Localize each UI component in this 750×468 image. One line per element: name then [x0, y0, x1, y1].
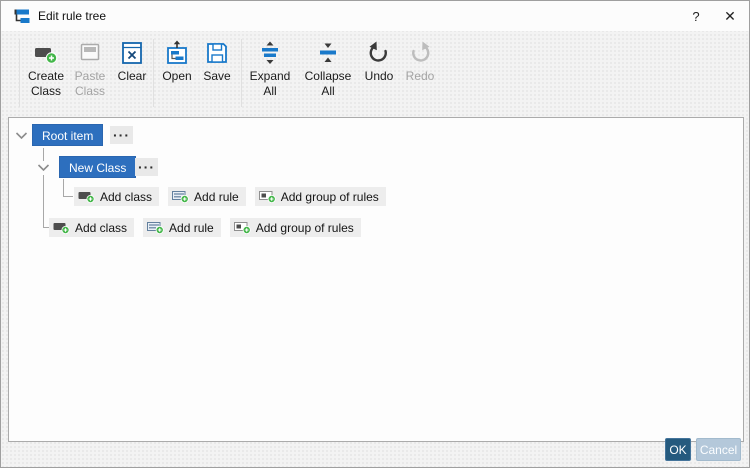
toolbar-label: Paste Class [74, 69, 106, 98]
tree-node-new-class[interactable]: New Class [59, 156, 137, 178]
title-bar: Edit rule tree ? ✕ [1, 1, 749, 31]
tree-node-root-item[interactable]: Root item [32, 124, 104, 146]
create-class-icon [33, 40, 59, 66]
dialog-title: Edit rule tree [38, 9, 107, 23]
redo-button: Redo [401, 40, 439, 84]
collapse-all-button[interactable]: Collapse All [302, 40, 354, 99]
add-group-of-rules-button[interactable]: Add group of rules [229, 218, 361, 237]
create-class-button[interactable]: Create Class [24, 40, 68, 99]
root-item-action-row: Add class Add rule Add group of rules [49, 218, 361, 237]
add-button-label: Add class [100, 189, 153, 204]
add-class-button[interactable]: Add class [49, 218, 135, 237]
add-group-of-rules-icon [233, 222, 251, 234]
toolbar-label: Undo [364, 69, 394, 83]
clear-icon [119, 40, 145, 66]
toolbar-label: Open [162, 69, 192, 83]
dialog-footer: OK Cancel [665, 438, 741, 461]
toolbar-label: Collapse All [304, 69, 352, 98]
add-rule-button[interactable]: Add rule [143, 218, 221, 237]
expand-all-icon [257, 40, 283, 66]
add-group-of-rules-icon [258, 191, 276, 203]
tree-line [63, 196, 73, 197]
cancel-button: Cancel [696, 438, 741, 461]
add-rule-icon [147, 222, 164, 234]
open-button[interactable]: Open [157, 40, 197, 84]
add-button-label: Add group of rules [255, 220, 354, 235]
toolbar-separator [153, 39, 154, 107]
tree-line [43, 148, 44, 161]
close-button[interactable]: ✕ [713, 1, 747, 31]
add-group-of-rules-button[interactable]: Add group of rules [254, 187, 386, 206]
save-icon [204, 40, 230, 66]
rule-tree-panel: Root item ··· New Class ··· Add class Ad… [8, 117, 744, 442]
new-class-menu-button[interactable]: ··· [135, 158, 158, 176]
add-rule-button[interactable]: Add rule [168, 187, 246, 206]
new-class-action-row: Add class Add rule Add group of rules [74, 187, 386, 206]
toolbar-label: Clear [117, 69, 147, 83]
add-button-label: Add rule [194, 189, 239, 204]
expand-all-button[interactable]: Expand All [247, 40, 293, 99]
tree-line [63, 179, 64, 197]
add-button-label: Add rule [169, 220, 214, 235]
chevron-down-icon[interactable] [37, 163, 50, 172]
chevron-down-icon[interactable] [15, 131, 28, 140]
toolbar-label: Save [203, 69, 231, 83]
rule-tree-app-icon [14, 9, 30, 23]
ok-button[interactable]: OK [665, 438, 691, 461]
add-button-label: Add group of rules [280, 189, 379, 204]
undo-icon [366, 40, 392, 66]
toolbar-separator [241, 39, 242, 107]
add-class-icon [53, 223, 70, 234]
toolbar-label: Create Class [27, 69, 65, 98]
undo-button[interactable]: Undo [360, 40, 398, 84]
toolbar-label: Expand All [249, 69, 291, 98]
add-class-icon [78, 192, 95, 203]
help-button[interactable]: ? [679, 1, 713, 31]
paste-class-button: Paste Class [68, 40, 112, 99]
open-icon [164, 40, 190, 66]
collapse-all-icon [315, 40, 341, 66]
toolbar-label: Redo [405, 69, 435, 83]
paste-class-icon [77, 40, 103, 66]
edit-rule-tree-dialog: Edit rule tree ? ✕ Create Class Paste Cl… [0, 0, 750, 468]
toolbar: Create Class Paste Class Clear Open Save… [1, 31, 749, 113]
redo-icon [407, 40, 433, 66]
add-class-button[interactable]: Add class [74, 187, 160, 206]
toolbar-separator [19, 39, 20, 107]
add-button-label: Add class [75, 220, 128, 235]
root-item-menu-button[interactable]: ··· [110, 126, 133, 144]
add-rule-icon [172, 191, 189, 203]
tree-line [43, 175, 44, 227]
save-button[interactable]: Save [197, 40, 237, 84]
clear-button[interactable]: Clear [112, 40, 152, 84]
